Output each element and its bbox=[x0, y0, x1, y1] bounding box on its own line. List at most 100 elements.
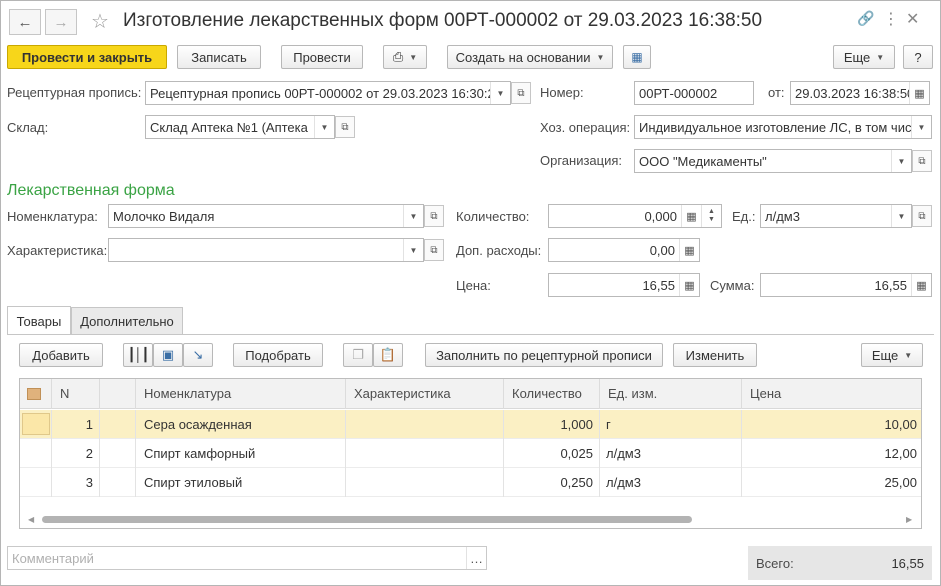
recipe-field[interactable]: Рецептурная пропись 00РТ-000002 от 29.03… bbox=[145, 81, 511, 105]
row-characteristic bbox=[346, 468, 504, 497]
row-characteristic bbox=[346, 410, 504, 439]
copy-button[interactable]: ❐ bbox=[343, 343, 373, 367]
forward-button[interactable]: → bbox=[45, 9, 77, 35]
row-marker bbox=[20, 439, 52, 468]
column-quantity[interactable]: Количество bbox=[504, 379, 600, 409]
tab-additional[interactable]: Дополнительно bbox=[71, 307, 183, 335]
row-price: 10,00 bbox=[884, 417, 917, 432]
chevron-down-icon[interactable]: ▼ bbox=[891, 205, 911, 227]
post-button[interactable]: Провести bbox=[281, 45, 363, 69]
table-row[interactable]: 1 Сера осажденная 1,000 г 10,00 bbox=[20, 410, 921, 439]
unit-field[interactable]: л/дм3 ▼ bbox=[760, 204, 912, 228]
open-org-button[interactable]: ⧉ bbox=[912, 150, 932, 172]
more-button[interactable]: Еще ▼ bbox=[833, 45, 895, 69]
pick-button[interactable]: Подобрать bbox=[233, 343, 323, 367]
characteristic-field[interactable]: ▼ bbox=[108, 238, 424, 262]
date-field[interactable]: 29.03.2023 16:38:50 ▦ bbox=[790, 81, 930, 105]
row-nomenclature: Спирт этиловый bbox=[136, 468, 346, 497]
open-unit-button[interactable]: ⧉ bbox=[912, 205, 932, 227]
close-icon[interactable]: ✕ bbox=[906, 9, 919, 29]
org-field[interactable]: ООО "Медикаменты" ▼ bbox=[634, 149, 912, 173]
chevron-down-icon[interactable]: ▼ bbox=[490, 82, 510, 104]
scroll-right-icon[interactable]: ▶ bbox=[906, 515, 912, 524]
row-nomenclature: Сера осажденная bbox=[136, 410, 346, 439]
quantity-field[interactable]: 0,000 ▦ ▲ ▼ bbox=[548, 204, 722, 228]
warehouse-field[interactable]: Склад Аптека №1 (Аптека ▼ bbox=[145, 115, 335, 139]
operation-field[interactable]: Индивидуальное изготовление ЛС, в том чи… bbox=[634, 115, 932, 139]
scroll-left-icon[interactable]: ◀ bbox=[28, 515, 34, 524]
nomenclature-field[interactable]: Молочко Видаля ▼ bbox=[108, 204, 424, 228]
chevron-down-icon[interactable]: ▼ bbox=[911, 116, 931, 138]
row-unit: г bbox=[600, 410, 742, 439]
table-row[interactable]: 2 Спирт камфорный 0,025 л/дм3 12,00 bbox=[20, 439, 921, 468]
column-n[interactable]: N bbox=[52, 379, 100, 409]
operation-label: Хоз. операция: bbox=[540, 120, 631, 135]
table-more-button[interactable]: Еще ▼ bbox=[861, 343, 923, 367]
favorite-star-icon[interactable]: ☆ bbox=[91, 9, 109, 34]
chevron-down-icon: ▼ bbox=[409, 52, 418, 62]
row-marker bbox=[20, 468, 52, 497]
menu-dots-icon[interactable]: ⋮ bbox=[883, 9, 899, 29]
spin-icon[interactable]: ▲ ▼ bbox=[701, 205, 721, 227]
open-recipe-button[interactable]: ⧉ bbox=[511, 82, 531, 104]
calculator-icon[interactable]: ▦ bbox=[679, 274, 699, 296]
extra-costs-field[interactable]: 0,00 ▦ bbox=[548, 238, 700, 262]
table-row[interactable]: 3 Спирт этиловый 0,250 л/дм3 25,00 bbox=[20, 468, 921, 497]
fill-by-recipe-button[interactable]: Заполнить по рецептурной прописи bbox=[425, 343, 663, 367]
structure-button[interactable]: ▦ bbox=[623, 45, 651, 69]
column-unit[interactable]: Ед. изм. bbox=[600, 379, 742, 409]
column-price[interactable]: Цена bbox=[742, 379, 921, 409]
help-button[interactable]: ? bbox=[903, 45, 933, 69]
quantity-value: 0,000 bbox=[644, 208, 677, 224]
scan-reverse-button[interactable]: ↘ bbox=[183, 343, 213, 367]
org-label: Организация: bbox=[540, 153, 623, 168]
more-dots-icon[interactable]: … bbox=[466, 547, 486, 569]
unit-label: Ед.: bbox=[732, 209, 756, 224]
save-button[interactable]: Записать bbox=[177, 45, 261, 69]
create-based-on-button[interactable]: Создать на основании ▼ bbox=[447, 45, 613, 69]
calculator-icon[interactable]: ▦ bbox=[681, 205, 701, 227]
scan-button[interactable]: ▣ bbox=[153, 343, 183, 367]
recipe-label: Рецептурная пропись: bbox=[7, 85, 142, 100]
calendar-icon[interactable]: ▦ bbox=[909, 82, 929, 104]
barcode-button[interactable]: ┃│┃ bbox=[123, 343, 153, 367]
price-field[interactable]: 16,55 ▦ bbox=[548, 273, 700, 297]
chevron-down-icon[interactable]: ▼ bbox=[403, 205, 423, 227]
print-button[interactable]: ⎙ ▼ bbox=[383, 45, 427, 69]
arrow-left-icon: ← bbox=[17, 13, 33, 31]
chevron-down-icon[interactable]: ▼ bbox=[314, 116, 334, 138]
back-button[interactable]: ← bbox=[9, 9, 41, 35]
total-panel: Всего: 16,55 bbox=[748, 546, 932, 580]
chevron-down-icon[interactable]: ▼ bbox=[891, 150, 911, 172]
row-unit: л/дм3 bbox=[600, 439, 742, 468]
goods-table[interactable]: N Номенклатура Характеристика Количество… bbox=[19, 378, 922, 529]
open-warehouse-button[interactable]: ⧉ bbox=[335, 116, 355, 138]
open-characteristic-button[interactable]: ⧉ bbox=[424, 239, 444, 261]
calculator-icon[interactable]: ▦ bbox=[679, 239, 699, 261]
paste-button[interactable]: 📋 bbox=[373, 343, 403, 367]
sum-field[interactable]: 16,55 ▦ bbox=[760, 273, 932, 297]
horizontal-scrollbar[interactable] bbox=[42, 516, 692, 523]
column-blank[interactable] bbox=[100, 379, 136, 409]
open-icon: ⧉ bbox=[517, 87, 525, 99]
comment-field[interactable]: Комментарий … bbox=[7, 546, 487, 570]
number-field[interactable]: 00РТ-000002 bbox=[634, 81, 754, 105]
tab-goods[interactable]: Товары bbox=[7, 306, 71, 335]
add-button[interactable]: Добавить bbox=[19, 343, 103, 367]
link-icon[interactable]: 🔗 bbox=[857, 10, 874, 27]
post-and-close-button[interactable]: Провести и закрыть bbox=[7, 45, 167, 69]
open-nomenclature-button[interactable]: ⧉ bbox=[424, 205, 444, 227]
row-number: 3 bbox=[52, 468, 100, 497]
calculator-icon[interactable]: ▦ bbox=[911, 274, 931, 296]
chevron-down-icon[interactable]: ▼ bbox=[403, 239, 423, 261]
operation-value: Индивидуальное изготовление ЛС, в том чи… bbox=[639, 119, 911, 135]
table-header: N Номенклатура Характеристика Количество… bbox=[20, 379, 921, 409]
open-icon: ⧉ bbox=[430, 210, 438, 222]
scanner-arrow-icon: ↘ bbox=[192, 347, 204, 362]
column-characteristic[interactable]: Характеристика bbox=[346, 379, 504, 409]
row-quantity: 0,250 bbox=[504, 468, 600, 497]
change-button[interactable]: Изменить bbox=[673, 343, 757, 367]
chevron-down-icon: ▼ bbox=[596, 52, 605, 62]
column-nomenclature[interactable]: Номенклатура bbox=[136, 379, 346, 409]
extra-costs-label: Доп. расходы: bbox=[456, 243, 542, 258]
